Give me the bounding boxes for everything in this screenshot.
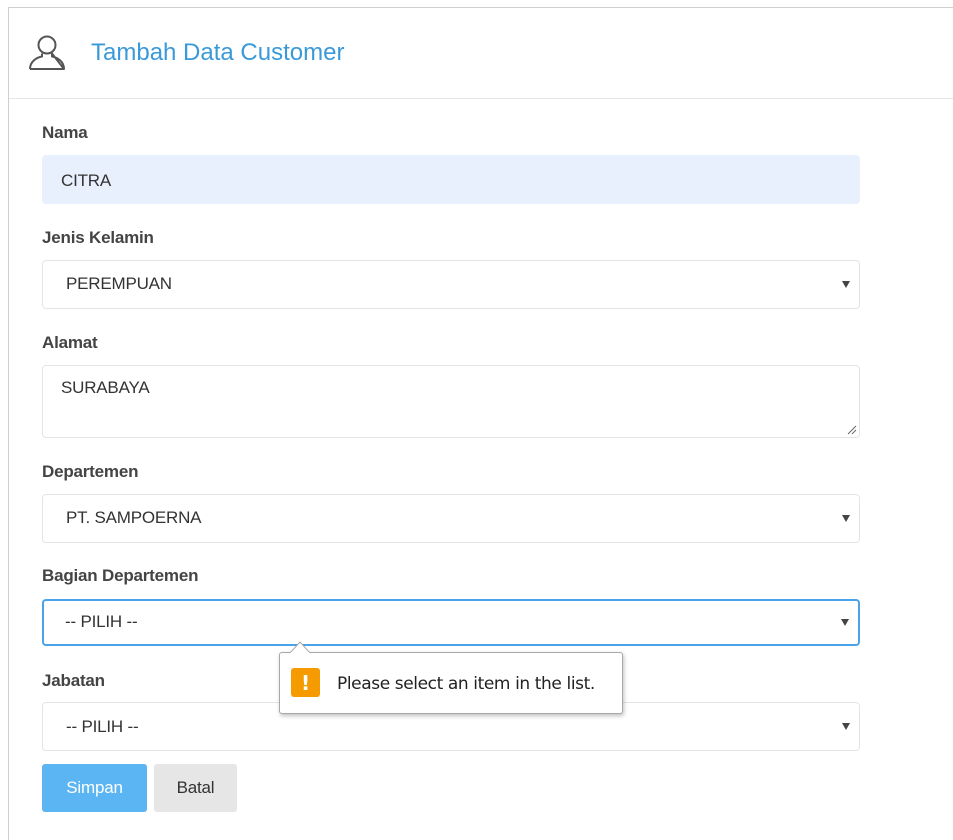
nama-input[interactable]: CITRA — [42, 155, 860, 204]
alamat-label: Alamat — [42, 333, 98, 352]
resize-grip-icon[interactable] — [847, 425, 857, 435]
jabatan-value: -- PILIH -- — [66, 717, 139, 736]
warning-icon: ! — [291, 668, 320, 697]
tooltip-arrow — [290, 641, 310, 653]
alamat-textarea[interactable]: SURABAYA — [42, 365, 860, 438]
alamat-value: SURABAYA — [61, 378, 150, 397]
nama-label: Nama — [42, 123, 88, 142]
departemen-value: PT. SAMPOERNA — [66, 508, 202, 527]
panel-header: Tambah Data Customer — [9, 8, 953, 99]
jenis-kelamin-value: PEREMPUAN — [66, 274, 172, 293]
jenis-kelamin-select[interactable]: PEREMPUAN — [42, 260, 860, 309]
jenis-kelamin-label: Jenis Kelamin — [42, 228, 154, 247]
page-title: Tambah Data Customer — [91, 39, 345, 66]
chevron-down-icon — [842, 280, 850, 288]
bagian-departemen-label: Bagian Departemen — [42, 566, 199, 585]
save-button[interactable]: Simpan — [42, 764, 147, 812]
chevron-down-icon — [841, 618, 849, 626]
tooltip-message: Please select an item in the list. — [337, 674, 595, 694]
chevron-down-icon — [842, 722, 850, 730]
jabatan-label: Jabatan — [42, 671, 105, 690]
departemen-select[interactable]: PT. SAMPOERNA — [42, 494, 860, 543]
user-outline-icon — [29, 35, 65, 70]
chevron-down-icon — [842, 514, 850, 522]
bagian-departemen-select[interactable]: -- PILIH -- — [42, 599, 860, 646]
cancel-button[interactable]: Batal — [154, 764, 237, 812]
nama-value: CITRA — [61, 171, 112, 190]
bagian-departemen-value: -- PILIH -- — [65, 612, 138, 631]
validation-tooltip: ! Please select an item in the list. — [279, 641, 623, 714]
departemen-label: Departemen — [42, 462, 139, 481]
